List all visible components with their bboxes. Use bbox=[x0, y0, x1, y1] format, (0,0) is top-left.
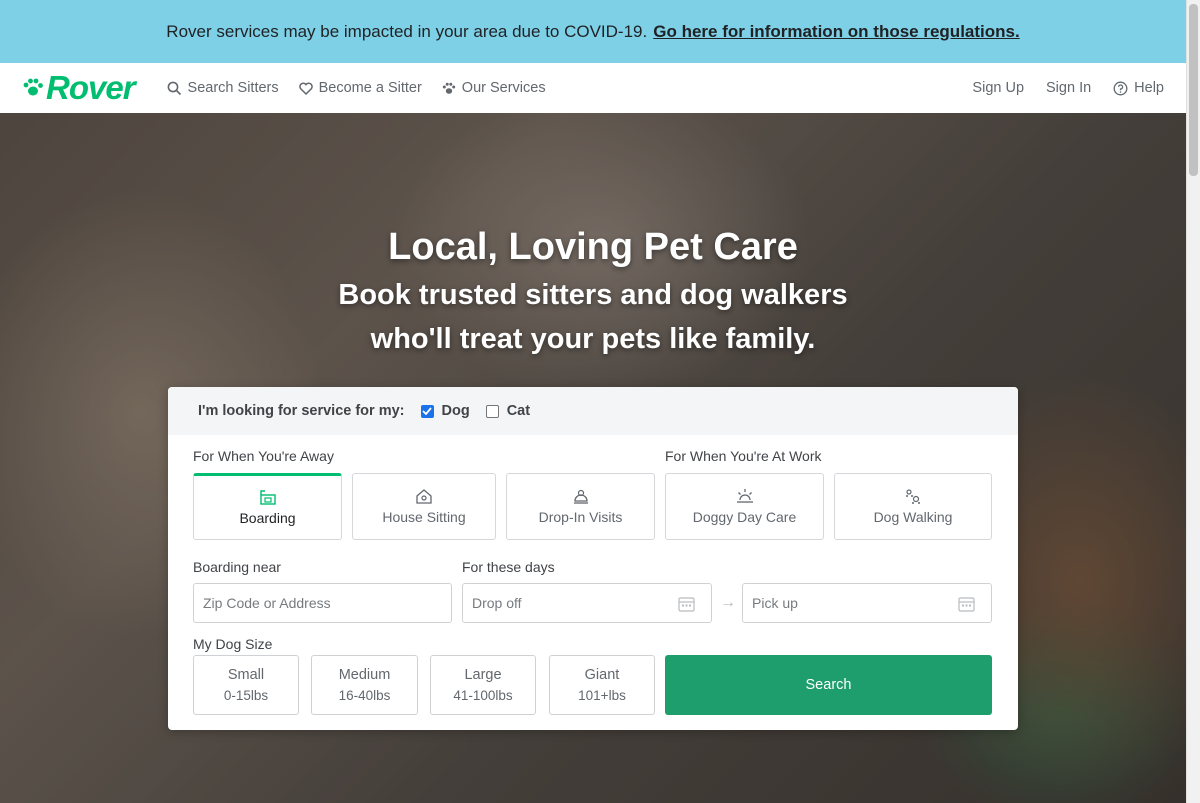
hero-subtitle-line1: Book trusted sitters and dog walkers bbox=[338, 279, 848, 311]
rover-logo[interactable]: Rover bbox=[22, 69, 136, 107]
service-drop-in-visits-label: Drop-In Visits bbox=[538, 509, 623, 525]
service-doggy-day-care-label: Doggy Day Care bbox=[692, 509, 797, 525]
pet-type-selector: I'm looking for service for my: Dog Cat bbox=[168, 387, 1018, 435]
nav-sign-in-label: Sign In bbox=[1046, 80, 1092, 96]
size-large-name: Large bbox=[464, 667, 502, 683]
nav-sign-in[interactable]: Sign In bbox=[1046, 80, 1091, 96]
nav-search-sitters[interactable]: Search Sitters bbox=[167, 80, 279, 96]
drop-off-placeholder: Drop off bbox=[472, 595, 522, 611]
heart-icon bbox=[298, 82, 313, 95]
nav-help-label: Help bbox=[1134, 80, 1164, 96]
boarding-near-label: Boarding near bbox=[193, 559, 281, 575]
paw-icon bbox=[442, 82, 455, 94]
size-large[interactable]: Large 41-100lbs bbox=[430, 655, 536, 715]
dog-checkbox-label: Dog bbox=[441, 403, 470, 419]
size-medium[interactable]: Medium 16-40lbs bbox=[311, 655, 418, 715]
nav-become-sitter[interactable]: Become a Sitter bbox=[298, 80, 422, 96]
dog-size-label: My Dog Size bbox=[193, 636, 273, 652]
size-large-range: 41-100lbs bbox=[453, 688, 513, 703]
size-medium-name: Medium bbox=[338, 667, 391, 683]
hero-section: Local, Loving Pet Care Book trusted sitt… bbox=[0, 113, 1186, 803]
nav-become-sitter-label: Become a Sitter bbox=[318, 80, 422, 96]
nav-sign-up[interactable]: Sign Up bbox=[972, 80, 1024, 96]
service-dog-walking[interactable]: Dog Walking bbox=[834, 473, 992, 540]
drop-off-date-input[interactable]: Drop off bbox=[462, 583, 712, 623]
size-giant[interactable]: Giant 101+lbs bbox=[549, 655, 655, 715]
dog-checkbox-box[interactable] bbox=[420, 404, 434, 418]
nav-search-sitters-label: Search Sitters bbox=[187, 80, 279, 96]
house-sitting-icon bbox=[416, 489, 432, 504]
service-boarding[interactable]: Boarding bbox=[193, 473, 342, 540]
calendar-icon bbox=[958, 597, 975, 612]
cat-checkbox-label: Cat bbox=[506, 403, 531, 419]
size-small-range: 0-15lbs bbox=[223, 688, 269, 703]
size-giant-range: 101+lbs bbox=[578, 688, 626, 703]
service-house-sitting-label: House Sitting bbox=[382, 509, 466, 525]
pet-prompt: I'm looking for service for my: bbox=[198, 403, 405, 419]
size-small-name: Small bbox=[227, 667, 265, 683]
scrollbar-thumb[interactable] bbox=[1189, 4, 1198, 176]
service-boarding-label: Boarding bbox=[239, 510, 296, 526]
work-services-label: For When You're At Work bbox=[665, 448, 822, 464]
paw-prints-icon bbox=[906, 489, 920, 504]
service-doggy-day-care[interactable]: Doggy Day Care bbox=[665, 473, 824, 540]
size-small[interactable]: Small 0-15lbs bbox=[193, 655, 299, 715]
service-house-sitting[interactable]: House Sitting bbox=[352, 473, 496, 540]
dog-checkbox[interactable]: Dog bbox=[420, 403, 470, 419]
banner-regulations-link[interactable]: Go here for information on those regulat… bbox=[653, 22, 1019, 42]
nav-help[interactable]: Help bbox=[1113, 80, 1164, 96]
search-button[interactable]: Search bbox=[665, 655, 992, 715]
pick-up-placeholder: Pick up bbox=[752, 595, 798, 611]
hero-subtitle-line2: who'll treat your pets like family. bbox=[370, 323, 816, 355]
date-range-arrow-icon: → bbox=[720, 594, 736, 611]
page-scrollbar[interactable] bbox=[1186, 0, 1200, 803]
search-card: I'm looking for service for my: Dog Cat … bbox=[168, 387, 1018, 730]
help-icon bbox=[1113, 81, 1128, 95]
nav-our-services[interactable]: Our Services bbox=[442, 80, 546, 96]
location-input[interactable] bbox=[193, 583, 452, 623]
service-dog-walking-label: Dog Walking bbox=[873, 509, 953, 525]
sun-icon bbox=[736, 489, 753, 503]
search-icon bbox=[167, 81, 181, 95]
cat-checkbox[interactable]: Cat bbox=[485, 403, 531, 419]
logo-text: Rover bbox=[46, 69, 136, 106]
hero-title: Local, Loving Pet Care bbox=[388, 226, 798, 268]
nav-sign-up-label: Sign Up bbox=[972, 80, 1025, 96]
calendar-icon bbox=[678, 597, 695, 612]
drop-in-icon bbox=[573, 489, 588, 504]
cat-checkbox-box[interactable] bbox=[485, 404, 499, 418]
pick-up-date-input[interactable]: Pick up bbox=[742, 583, 992, 623]
away-services-label: For When You're Away bbox=[193, 448, 334, 464]
banner-text: Rover services may be impacted in your a… bbox=[166, 21, 648, 41]
paw-logo-icon bbox=[23, 78, 43, 96]
nav-our-services-label: Our Services bbox=[461, 80, 546, 96]
covid-banner: Rover services may be impacted in your a… bbox=[0, 0, 1186, 63]
checkmark-icon bbox=[422, 407, 432, 415]
top-navbar: Rover Search Sitters Become a Sitter Our… bbox=[0, 63, 1186, 113]
size-giant-name: Giant bbox=[584, 667, 620, 683]
boarding-icon bbox=[259, 490, 276, 505]
service-drop-in-visits[interactable]: Drop-In Visits bbox=[506, 473, 655, 540]
dates-label: For these days bbox=[462, 559, 555, 575]
size-medium-range: 16-40lbs bbox=[338, 688, 391, 703]
